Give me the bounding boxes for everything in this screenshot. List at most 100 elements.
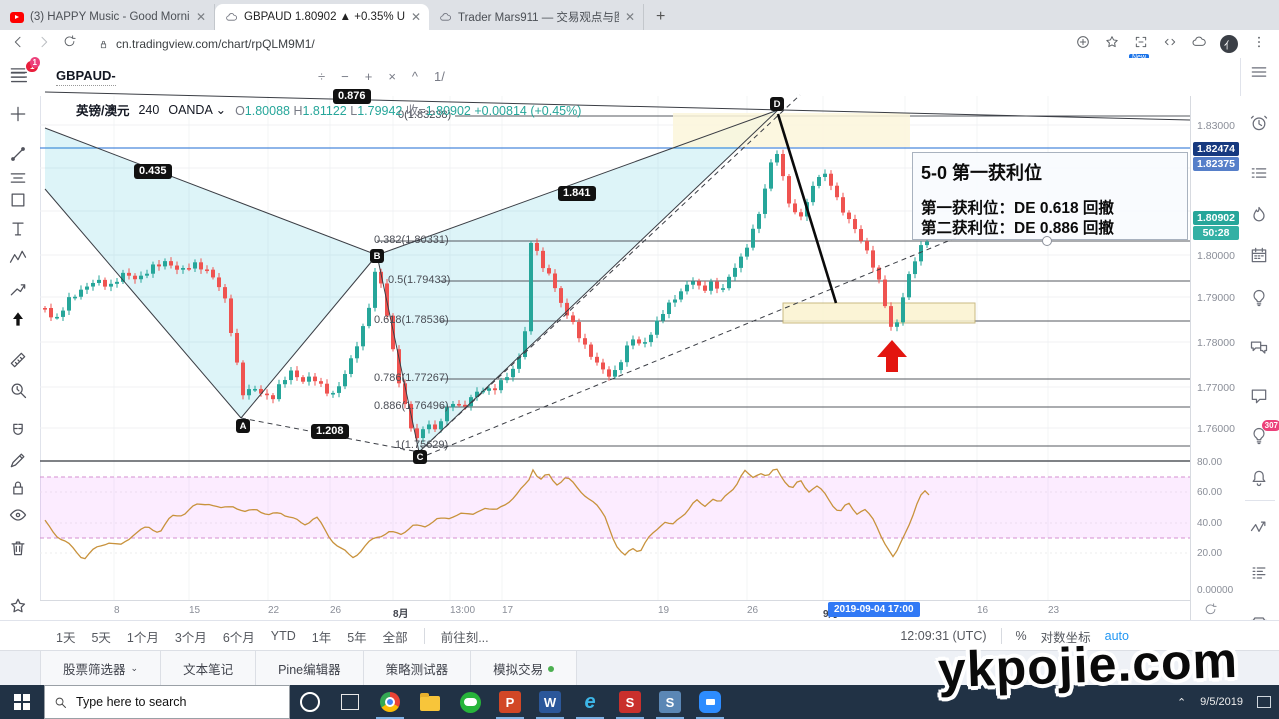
sidebar-watchlist[interactable] bbox=[1249, 163, 1273, 187]
time-tick: 16 bbox=[977, 605, 988, 616]
taskbar-zoom-app[interactable] bbox=[690, 685, 730, 719]
taskbar-explorer[interactable] bbox=[410, 685, 450, 719]
operator-^[interactable]: ^ bbox=[412, 69, 418, 84]
panel-tab-文本笔记[interactable]: 文本笔记 bbox=[161, 651, 256, 686]
operator-÷[interactable]: ÷ bbox=[318, 69, 325, 84]
browser-url-bar: cn.tradingview.com/chart/rpQLM9M1/ New 亻 bbox=[0, 30, 1279, 59]
sidebar-calendar[interactable] bbox=[1249, 245, 1273, 269]
cloud-sync-icon[interactable] bbox=[1191, 34, 1207, 55]
search-placeholder: Type here to search bbox=[76, 695, 186, 709]
operator-−[interactable]: − bbox=[341, 69, 349, 84]
tray-chevron-icon[interactable]: ⌃ bbox=[1177, 696, 1186, 709]
range-YTD[interactable]: YTD bbox=[271, 629, 296, 643]
range-1个月[interactable]: 1个月 bbox=[127, 627, 159, 646]
panel-tab-股票筛选器[interactable]: 股票筛选器⌄ bbox=[40, 651, 161, 686]
tool-trash[interactable] bbox=[8, 538, 32, 562]
tool-text[interactable] bbox=[8, 219, 32, 243]
tool-xabcd-pattern[interactable] bbox=[8, 248, 32, 272]
range-全部[interactable]: 全部 bbox=[383, 627, 408, 646]
code-icon[interactable] bbox=[1162, 34, 1178, 55]
taskbar-wechat[interactable] bbox=[450, 685, 490, 719]
rsi-tick: 60.00 bbox=[1197, 487, 1222, 498]
browser-tab-1[interactable]: GBPAUD 1.80902 ▲ +0.35% Unn✕ bbox=[215, 4, 429, 30]
chart-plot-area[interactable] bbox=[40, 96, 1190, 600]
start-button[interactable] bbox=[0, 685, 44, 719]
new-tab-button[interactable]: + bbox=[644, 8, 677, 30]
tool-drawing-lock[interactable] bbox=[8, 450, 32, 474]
range-6个月[interactable]: 6个月 bbox=[223, 627, 255, 646]
panel-tab-Pine编辑器[interactable]: Pine编辑器 bbox=[256, 651, 364, 686]
action-center-icon[interactable] bbox=[1257, 696, 1271, 708]
browser-tab-2[interactable]: Trader Mars911 — 交易观点与图✕ bbox=[429, 4, 644, 30]
tool-lock[interactable] bbox=[8, 478, 32, 502]
tool-forecast[interactable] bbox=[8, 279, 32, 303]
tool-hide-all[interactable] bbox=[8, 505, 32, 529]
sidebar-alarm[interactable] bbox=[1249, 113, 1273, 137]
price-scale[interactable]: 1.830001.800001.790001.780001.770001.760… bbox=[1190, 96, 1241, 620]
taskbar-chrome[interactable] bbox=[370, 685, 410, 719]
symbol-search-input[interactable]: GBPAUD- bbox=[56, 68, 116, 86]
drawing-toolbar: 1 bbox=[0, 96, 41, 650]
address-bar[interactable]: cn.tradingview.com/chart/rpQLM9M1/ bbox=[87, 34, 1065, 54]
taskbar-s-blue[interactable]: S bbox=[650, 685, 690, 719]
range-3个月[interactable]: 3个月 bbox=[175, 627, 207, 646]
tool-magnet[interactable] bbox=[8, 421, 32, 445]
profile-icon[interactable]: 亻 bbox=[1220, 35, 1238, 53]
zoom-plus-icon[interactable] bbox=[1075, 34, 1091, 55]
browser-tab-0[interactable]: (3) HAPPY Music - Good Mornin✕ bbox=[0, 4, 215, 30]
tool-fib-retracement[interactable] bbox=[8, 168, 32, 192]
operator-+[interactable]: + bbox=[365, 69, 373, 84]
operator-×[interactable]: × bbox=[388, 69, 396, 84]
taskbar-s-red[interactable]: S bbox=[610, 685, 650, 719]
tool-arrow-up[interactable] bbox=[8, 309, 32, 333]
taskbar-cortana[interactable] bbox=[290, 685, 330, 719]
tool-shapes[interactable] bbox=[8, 190, 32, 214]
menu-dots-icon[interactable] bbox=[1251, 34, 1267, 55]
sidebar-fire[interactable] bbox=[1249, 205, 1273, 229]
panel-tab-策略测试器[interactable]: 策略测试器 bbox=[364, 651, 472, 686]
range-1年[interactable]: 1年 bbox=[312, 627, 331, 646]
reset-scale-icon[interactable] bbox=[1203, 602, 1218, 622]
screen: (3) HAPPY Music - Good Mornin✕GBPAUD 1.8… bbox=[0, 0, 1279, 719]
cloud-icon bbox=[439, 11, 452, 24]
tab-close-icon[interactable]: ✕ bbox=[625, 10, 635, 24]
operator-1/[interactable]: 1/ bbox=[434, 69, 445, 84]
panel-tab-模拟交易[interactable]: 模拟交易 bbox=[471, 651, 577, 686]
range-1天[interactable]: 1天 bbox=[56, 627, 75, 646]
taskbar-task-view[interactable] bbox=[330, 685, 370, 719]
sidebar-idea[interactable] bbox=[1249, 288, 1273, 312]
sidebar-bell[interactable] bbox=[1249, 468, 1273, 492]
tool-trendline[interactable] bbox=[8, 144, 32, 168]
taskbar-edge[interactable]: e bbox=[570, 685, 610, 719]
tool-menu[interactable]: 1 bbox=[8, 63, 32, 87]
sidebar-dom[interactable] bbox=[1249, 563, 1273, 587]
price-tick: 1.77000 bbox=[1197, 382, 1235, 394]
taskbar-word[interactable]: W bbox=[530, 685, 570, 719]
time-tick: 8月 bbox=[393, 605, 409, 620]
rsi-tick: 80.00 bbox=[1197, 457, 1222, 468]
bookmark-star-icon[interactable] bbox=[1104, 34, 1120, 55]
tab-close-icon[interactable]: ✕ bbox=[411, 10, 421, 24]
sidebar-idea[interactable]: 307 bbox=[1249, 426, 1273, 450]
goto-date-button[interactable]: 前往刻... bbox=[441, 627, 489, 646]
forward-icon[interactable] bbox=[36, 34, 52, 55]
sidebar-chat[interactable] bbox=[1249, 386, 1273, 410]
taskbar-powerpoint[interactable]: P bbox=[490, 685, 530, 719]
sidebar-menu[interactable] bbox=[1249, 62, 1273, 86]
reload-icon[interactable] bbox=[62, 34, 77, 54]
tool-ruler[interactable] bbox=[8, 350, 32, 374]
time-axis[interactable]: 81522268月13:001719269月916232019-09-04 17… bbox=[40, 600, 1190, 621]
taskbar-search[interactable]: Type here to search bbox=[44, 685, 290, 719]
tool-crosshair[interactable] bbox=[8, 104, 32, 128]
tab-close-icon[interactable]: ✕ bbox=[196, 10, 206, 24]
back-icon[interactable] bbox=[10, 34, 26, 55]
extension-icon[interactable]: New bbox=[1133, 34, 1149, 55]
tool-zoom-in[interactable] bbox=[8, 380, 32, 404]
tool-star[interactable] bbox=[8, 596, 32, 620]
sidebar-chats[interactable] bbox=[1249, 338, 1273, 362]
sidebar-zigzag[interactable] bbox=[1249, 518, 1273, 542]
range-5天[interactable]: 5天 bbox=[91, 627, 110, 646]
symbol-operators: ÷ − + × ^ 1/ bbox=[318, 69, 445, 84]
taskbar-date[interactable]: 9/5/2019 bbox=[1200, 696, 1243, 708]
range-5年[interactable]: 5年 bbox=[347, 627, 366, 646]
